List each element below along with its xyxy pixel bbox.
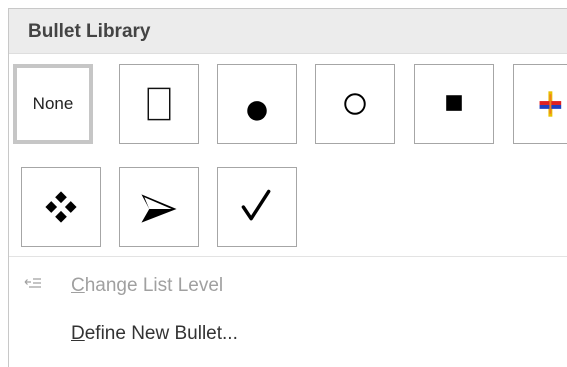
- bullets-dropdown-menu: Bullet Library None Change List Level De…: [8, 8, 567, 367]
- bullet-tile-hollow-circle[interactable]: [315, 64, 395, 144]
- bullet-tile-colorful-cross[interactable]: [513, 64, 567, 144]
- define-new-bullet-item[interactable]: Define New Bullet...: [9, 315, 567, 355]
- filled-circle-icon: [247, 101, 267, 121]
- checkmark-icon: [241, 189, 271, 221]
- change-list-level-icon: [24, 278, 41, 288]
- bullet-tile-checkmark[interactable]: [217, 167, 297, 247]
- bullet-tile-none-label: None: [32, 94, 74, 113]
- define-new-bullet-label: Define New Bullet...: [71, 323, 238, 344]
- bullet-library-header: Bullet Library: [9, 9, 567, 54]
- bullet-tile-none[interactable]: None: [13, 64, 93, 144]
- arrowhead-icon: [141, 194, 177, 223]
- change-list-level-item[interactable]: Change List Level: [9, 267, 567, 307]
- bullet-tile-filled-circle[interactable]: [217, 64, 297, 144]
- change-list-level-label: Change List Level: [71, 275, 224, 296]
- bullet-tile-empty-square[interactable]: [119, 64, 199, 144]
- filled-square-icon: [446, 95, 462, 111]
- hollow-circle-icon: [344, 93, 366, 115]
- empty-rectangle-icon: [147, 87, 171, 121]
- bullet-library-title: Bullet Library: [28, 21, 151, 42]
- four-diamonds-icon: [45, 191, 77, 223]
- bullet-tile-arrowhead[interactable]: [119, 167, 199, 247]
- bullet-tile-four-diamonds[interactable]: [21, 167, 101, 247]
- colorful-cross-icon: [539, 91, 562, 117]
- menu-divider: [9, 256, 567, 257]
- bullet-tile-filled-square[interactable]: [414, 64, 494, 144]
